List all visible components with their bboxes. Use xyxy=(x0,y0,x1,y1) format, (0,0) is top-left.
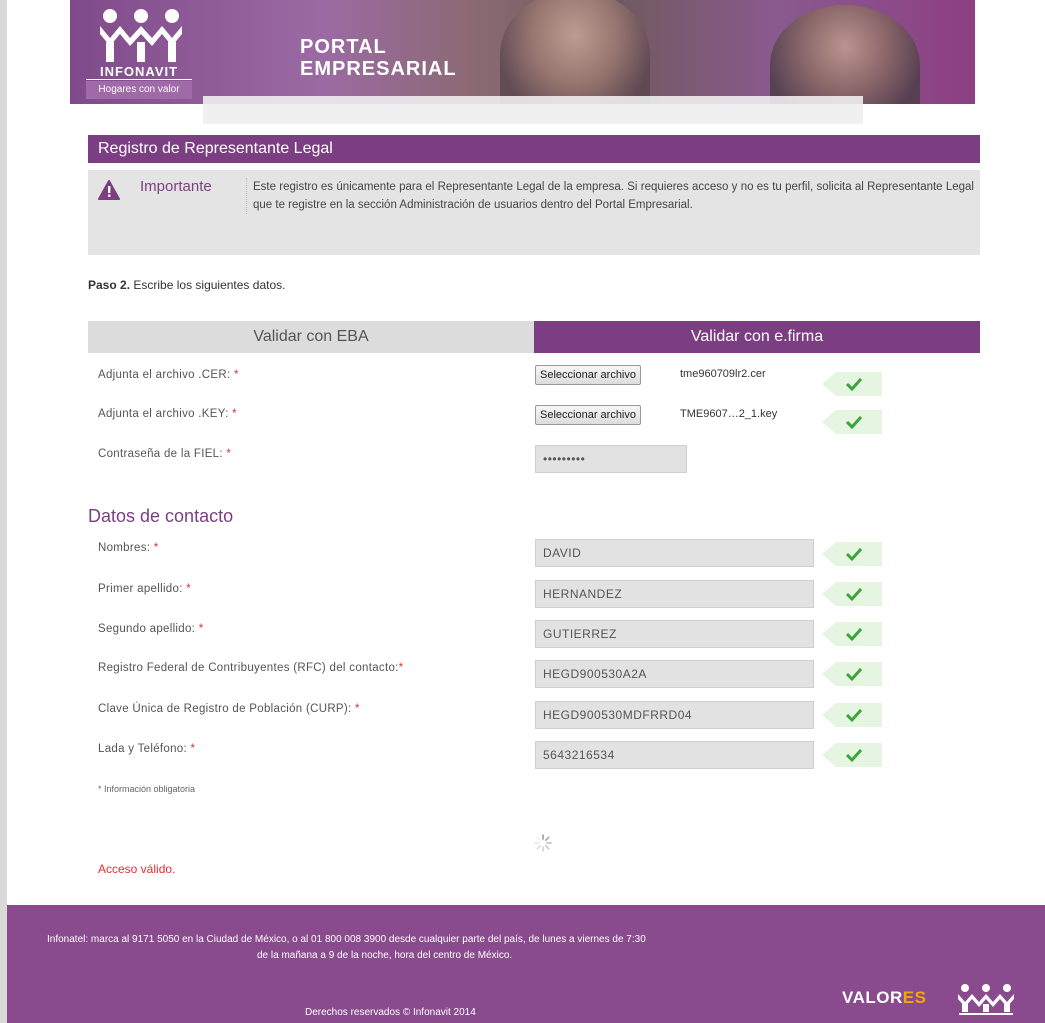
nombres-label: Nombres: * xyxy=(98,542,159,554)
required-mark: * xyxy=(233,369,239,381)
portal-title-line2: EMPRESARIAL xyxy=(300,58,457,80)
cer-file-name: tme960709lr2.cer xyxy=(680,368,766,380)
key-label: Adjunta el archivo .KEY: * xyxy=(98,408,237,420)
page-footer: Infonatel: marca al 9171 5050 en la Ciud… xyxy=(7,905,1045,1023)
header-photo-person-2 xyxy=(770,5,920,104)
check-icon xyxy=(822,703,882,727)
valores-es-text: ES xyxy=(902,988,927,1007)
logo-tagline: Hogares con valor xyxy=(86,81,192,99)
required-mark: * xyxy=(190,743,196,755)
portal-header: INFONAVIT Hogares con valor PORTAL EMPRE… xyxy=(70,0,975,104)
telefono-input[interactable]: 5643216534 xyxy=(535,741,814,769)
check-icon xyxy=(822,582,882,606)
check-icon xyxy=(822,743,882,767)
access-status-message: Acceso válido. xyxy=(98,862,176,876)
required-mark: * xyxy=(153,542,159,554)
check-icon xyxy=(822,372,882,396)
fiel-label: Contraseña de la FIEL: * xyxy=(98,448,231,460)
infonavit-logo[interactable]: INFONAVIT Hogares con valor xyxy=(80,8,195,100)
footer-copyright: Derechos reservados © Infonavit 2014 xyxy=(305,1007,476,1018)
infonavit-house-icon xyxy=(100,9,182,62)
required-mark: * xyxy=(398,662,404,674)
footer-infonatel-line1: Infonatel: marca al 9171 5050 en la Ciud… xyxy=(47,934,646,945)
loading-spinner-icon xyxy=(534,834,552,852)
tab-validar-eba[interactable]: Validar con EBA xyxy=(88,321,534,353)
infonavit-footer-logo-icon[interactable] xyxy=(955,983,1017,1017)
valores-text: VALOR xyxy=(842,988,903,1007)
fiel-label-text: Contraseña de la FIEL: xyxy=(98,448,223,460)
nombres-label-text: Nombres: xyxy=(98,542,151,554)
logo-brand-text: INFONAVIT xyxy=(86,64,192,80)
select-cer-file-button[interactable]: Seleccionar archivo xyxy=(535,365,641,385)
required-mark: * xyxy=(186,583,191,595)
important-notice: Importante Este registro es únicamente p… xyxy=(88,170,980,255)
required-mark: * xyxy=(355,703,360,715)
check-icon xyxy=(822,662,882,686)
required-mark: * xyxy=(226,448,232,460)
required-mark: * xyxy=(232,408,237,420)
primer-apellido-label-text: Primer apellido: xyxy=(98,583,183,595)
faded-overlay-banner xyxy=(203,96,863,124)
curp-input[interactable]: HEGD900530MDFRRD04 xyxy=(535,701,814,729)
key-file-name: TME9607…2_1.key xyxy=(680,408,778,420)
curp-label-text: Clave Única de Registro de Población (CU… xyxy=(98,703,352,715)
step-label: Paso 2. xyxy=(88,278,131,292)
step-text: Escribe los siguientes datos. xyxy=(133,278,286,292)
cer-label-text: Adjunta el archivo .CER: xyxy=(98,369,231,381)
primer-apellido-input[interactable]: HERNANDEZ xyxy=(535,580,814,608)
segundo-apellido-label: Segundo apellido: * xyxy=(98,623,203,635)
mandatory-note: * Información obligatoria xyxy=(98,784,196,794)
check-icon xyxy=(822,542,882,566)
portal-title-line1: PORTAL xyxy=(300,36,387,58)
important-text: Este registro es únicamente para el Repr… xyxy=(246,178,974,214)
left-border xyxy=(0,0,7,1023)
rfc-label: Registro Federal de Contribuyentes (RFC)… xyxy=(98,662,403,674)
required-mark: * xyxy=(198,623,204,635)
valores-logo[interactable]: VALORES xyxy=(842,988,926,1008)
page-title: Registro de Representante Legal xyxy=(88,135,980,163)
tab-validar-efirma[interactable]: Validar con e.firma xyxy=(534,321,980,353)
primer-apellido-label: Primer apellido: * xyxy=(98,583,191,595)
segundo-apellido-input[interactable]: GUTIERREZ xyxy=(535,620,814,648)
contact-section-title: Datos de contacto xyxy=(88,506,234,526)
telefono-label-text: Lada y Teléfono: xyxy=(98,743,187,755)
cer-label: Adjunta el archivo .CER: * xyxy=(98,369,239,381)
rfc-label-text: Registro Federal de Contribuyentes (RFC)… xyxy=(98,662,399,674)
key-label-text: Adjunta el archivo .KEY: xyxy=(98,408,229,420)
select-key-file-button[interactable]: Seleccionar archivo xyxy=(535,405,641,425)
check-icon xyxy=(822,622,882,646)
step-instruction: Paso 2. Escribe los siguientes datos. xyxy=(88,278,285,292)
curp-label: Clave Única de Registro de Población (CU… xyxy=(98,703,360,715)
telefono-label: Lada y Teléfono: * xyxy=(98,743,195,755)
footer-infonatel-line2: de la mañana a 9 de la noche, hora del c… xyxy=(257,950,513,961)
important-label: Importante xyxy=(140,178,212,195)
rfc-input[interactable]: HEGD900530A2A xyxy=(535,660,814,688)
check-icon xyxy=(822,410,882,434)
nombres-input[interactable]: DAVID xyxy=(535,539,814,567)
warning-icon xyxy=(98,180,120,200)
fiel-password-field[interactable]: ••••••••• xyxy=(535,445,687,473)
header-photo-person-1 xyxy=(500,0,650,104)
segundo-apellido-label-text: Segundo apellido: xyxy=(98,623,196,635)
portal-title: PORTAL EMPRESARIAL xyxy=(300,36,457,80)
